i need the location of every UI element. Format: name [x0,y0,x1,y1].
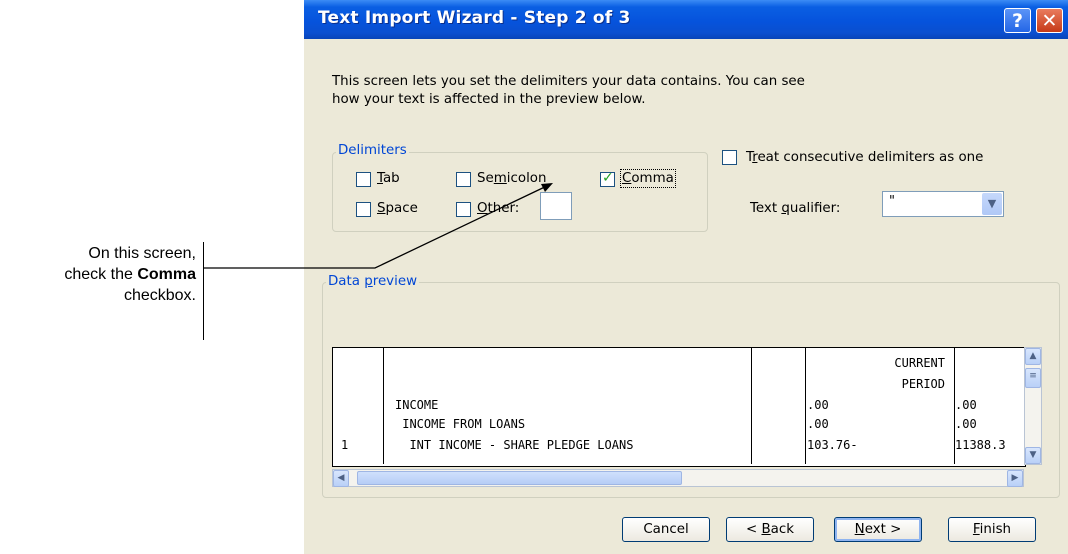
callout-arrow [204,183,553,269]
